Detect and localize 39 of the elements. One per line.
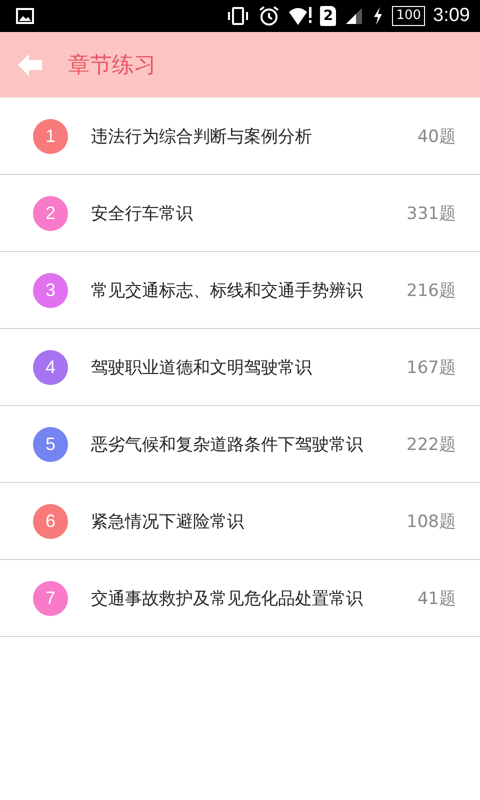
chapter-title: 驾驶职业道德和文明驾驶常识	[91, 356, 313, 378]
question-count: 167题	[406, 356, 456, 378]
signal-icon	[344, 6, 364, 26]
chapter-title: 安全行车常识	[91, 202, 194, 224]
chapter-item[interactable]: 5 恶劣气候和复杂道路条件下驾驶常识 222题	[0, 406, 480, 483]
question-count: 331题	[406, 202, 456, 224]
chapter-item[interactable]: 2 安全行车常识 331题	[0, 175, 480, 252]
chapter-title: 恶劣气候和复杂道路条件下驾驶常识	[91, 434, 364, 456]
chapter-title: 交通事故救护及常见危化品处置常识	[91, 588, 364, 610]
question-count: 222题	[406, 434, 456, 456]
chapter-number: 5	[33, 426, 68, 462]
chapter-number: 7	[33, 580, 68, 616]
chapter-title: 紧急情况下避险常识	[91, 510, 245, 532]
chapter-number: 4	[33, 350, 68, 384]
image-icon	[16, 8, 34, 24]
chapter-item[interactable]: 6 紧急情况下避险常识 108题	[0, 483, 480, 560]
chapter-number: 2	[33, 196, 68, 230]
page-title: 章节练习	[68, 52, 156, 80]
question-count: 40题	[417, 126, 456, 148]
back-arrow-icon	[18, 54, 42, 76]
question-count: 41题	[417, 588, 456, 610]
question-count: 108题	[406, 510, 456, 532]
chapter-item[interactable]: 1 违法行为综合判断与案例分析 40题	[0, 98, 480, 175]
chapter-number: 1	[33, 118, 68, 154]
clock-time: 3:09	[433, 5, 470, 27]
wifi-icon	[288, 5, 312, 27]
question-count: 216题	[406, 280, 456, 302]
chapter-number: 3	[33, 272, 68, 308]
chapter-item[interactable]: 3 常见交通标志、标线和交通手势辨识 216题	[0, 252, 480, 329]
alarm-icon	[258, 5, 280, 27]
battery-level: 100	[392, 6, 426, 26]
chapter-item[interactable]: 7 交通事故救护及常见危化品处置常识 41题	[0, 560, 480, 637]
chapter-title: 常见交通标志、标线和交通手势辨识	[91, 280, 364, 302]
vibrate-icon	[226, 6, 250, 26]
charging-icon	[372, 6, 384, 26]
chapter-title: 违法行为综合判断与案例分析	[91, 126, 313, 148]
sim-card-badge: 2	[320, 6, 336, 26]
chapter-number: 6	[33, 504, 68, 538]
chapter-item[interactable]: 4 驾驶职业道德和文明驾驶常识 167题	[0, 329, 480, 406]
